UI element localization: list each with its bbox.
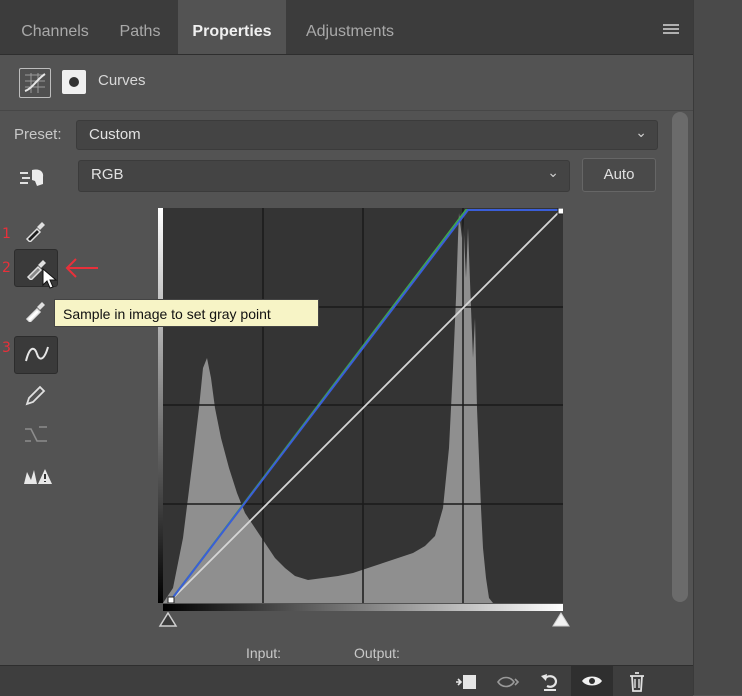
panel-menu-icon[interactable] bbox=[663, 24, 679, 36]
preset-dropdown[interactable]: Custom ⌄ bbox=[76, 120, 658, 150]
curve-points-tool[interactable] bbox=[14, 336, 58, 374]
annotation-1: 1 bbox=[2, 226, 11, 242]
clip-to-layer-icon[interactable] bbox=[455, 673, 477, 691]
preset-label: Preset: bbox=[14, 126, 62, 143]
smooth-icon bbox=[25, 426, 47, 442]
output-label: Output: bbox=[354, 645, 400, 661]
mouse-cursor-icon bbox=[42, 268, 58, 289]
tooltip: Sample in image to set gray point bbox=[54, 299, 319, 327]
curves-graph-svg bbox=[163, 207, 565, 604]
panel-scrollbar[interactable] bbox=[672, 112, 688, 602]
black-point-eyedropper-icon bbox=[25, 222, 45, 242]
red-arrow-annotation bbox=[65, 258, 98, 278]
white-point-eyedropper-icon bbox=[25, 302, 45, 322]
mask-icon[interactable] bbox=[62, 70, 86, 94]
curve-point-black[interactable] bbox=[167, 596, 175, 604]
pencil-tool[interactable] bbox=[14, 378, 56, 414]
clipping-warning-icon bbox=[24, 469, 52, 484]
curves-graph[interactable] bbox=[163, 207, 565, 604]
visibility-toggle[interactable] bbox=[571, 666, 613, 696]
reset-icon[interactable] bbox=[539, 671, 561, 693]
channel-value: RGB bbox=[91, 166, 124, 183]
view-previous-state-icon[interactable] bbox=[496, 673, 520, 691]
chevron-down-icon: ⌄ bbox=[547, 164, 559, 180]
on-image-adjustment-icon[interactable] bbox=[18, 164, 52, 190]
bottom-toolbar bbox=[0, 665, 693, 696]
trash-icon[interactable] bbox=[628, 671, 646, 693]
preset-value: Custom bbox=[89, 126, 141, 143]
right-dock-strip bbox=[693, 0, 742, 695]
tab-channels[interactable]: Channels bbox=[8, 0, 102, 54]
panel-title: Curves bbox=[98, 72, 146, 89]
visibility-icon bbox=[582, 676, 602, 686]
curve-point-white[interactable] bbox=[557, 207, 565, 215]
channel-dropdown[interactable]: RGB ⌄ bbox=[78, 160, 570, 192]
chevron-down-icon: ⌄ bbox=[635, 124, 647, 140]
smooth-tool[interactable] bbox=[14, 416, 56, 452]
clipping-warning-tool[interactable] bbox=[14, 460, 56, 496]
annotation-3: 3 bbox=[2, 340, 11, 356]
black-point-eyedropper-tool[interactable] bbox=[14, 212, 56, 248]
pencil-icon bbox=[25, 385, 46, 406]
panel-tab-bar: Channels Paths Properties Adjustments bbox=[0, 0, 693, 55]
tab-adjustments[interactable]: Adjustments bbox=[288, 0, 412, 54]
curve-points-icon bbox=[25, 346, 49, 362]
tab-paths[interactable]: Paths bbox=[104, 0, 176, 54]
tab-properties[interactable]: Properties bbox=[178, 0, 286, 54]
annotation-2: 2 bbox=[2, 260, 11, 276]
gray-point-eyedropper-tool[interactable] bbox=[14, 249, 58, 289]
curves-adjustment-icon[interactable] bbox=[19, 68, 51, 98]
input-gradient-bar bbox=[163, 604, 563, 611]
auto-button[interactable]: Auto bbox=[582, 158, 656, 192]
input-label: Input: bbox=[246, 645, 282, 661]
white-point-eyedropper-tool[interactable] bbox=[14, 292, 56, 328]
properties-panel: Channels Paths Properties Adjustments Cu… bbox=[0, 0, 693, 696]
white-input-slider[interactable] bbox=[551, 612, 571, 628]
black-input-slider[interactable] bbox=[158, 612, 178, 628]
